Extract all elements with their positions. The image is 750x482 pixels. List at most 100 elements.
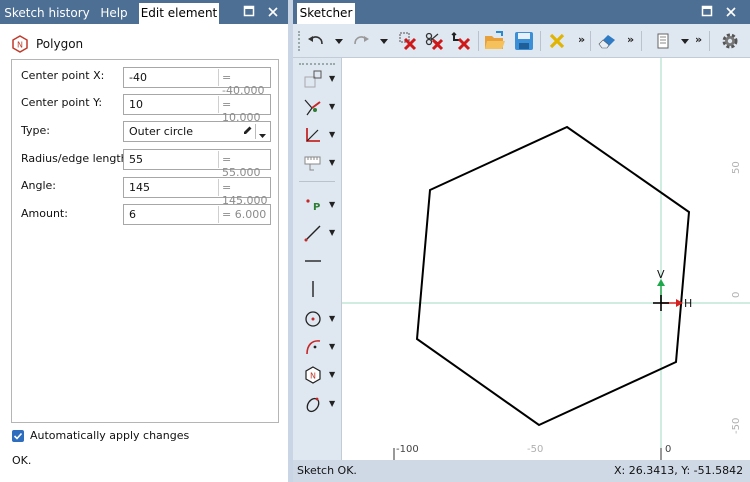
delete-icon	[399, 32, 417, 51]
chevron-down-icon[interactable]: ▼	[329, 399, 335, 408]
vertical-line-button[interactable]	[298, 278, 342, 300]
horizontal-line-icon	[305, 260, 321, 262]
center-x-value: -40	[129, 71, 147, 84]
cut-icon	[425, 32, 444, 51]
chevron-down-icon[interactable]: ▼	[329, 130, 335, 139]
settings-button[interactable]	[718, 29, 742, 53]
point-button[interactable]: P ▼	[298, 194, 342, 216]
chevron-down-icon[interactable]	[258, 128, 267, 142]
redo-dropdown[interactable]	[379, 36, 389, 46]
undo-icon	[308, 36, 323, 45]
chevron-down-icon	[380, 38, 388, 44]
type-label: Type:	[21, 124, 50, 137]
eraser-button[interactable]	[596, 31, 618, 51]
point-tools-button[interactable]: ▼	[298, 68, 342, 90]
point-tools-icon	[304, 70, 322, 88]
tab-sketch-history[interactable]: Sketch history	[4, 3, 90, 24]
checkmark-icon	[13, 432, 23, 440]
hexagon-polygon[interactable]	[415, 125, 691, 427]
toolbar-separator	[540, 31, 541, 51]
circle-icon	[305, 311, 321, 327]
save-icon	[515, 32, 533, 50]
close-panel-button[interactable]	[262, 3, 284, 23]
close-x-icon	[549, 33, 565, 49]
toolbar-overflow-2[interactable]: »	[627, 33, 634, 46]
float-panel-button[interactable]	[238, 3, 260, 23]
center-x-field[interactable]: -40 = -40.000	[123, 67, 271, 97]
chevron-down-icon	[335, 38, 343, 44]
measure-button[interactable]: ▼	[298, 152, 342, 174]
open-button[interactable]	[483, 30, 507, 52]
type-value: Outer circle	[129, 125, 193, 138]
circle-button[interactable]: ▼	[298, 308, 342, 330]
float-sketcher-button[interactable]	[696, 3, 718, 23]
sidebar-grip	[299, 63, 335, 65]
chevron-down-icon[interactable]: ▼	[329, 102, 335, 111]
layers-button[interactable]	[654, 31, 672, 51]
constraint-icon	[304, 99, 321, 116]
constraint-button[interactable]: ▼	[298, 96, 342, 118]
amount-field[interactable]: 6 = 6.000	[123, 204, 271, 225]
center-y-field[interactable]: 10 = 10.000	[123, 94, 271, 124]
svg-text:N: N	[17, 41, 23, 50]
center-x-computed: = -40.000	[218, 69, 270, 97]
close-sketcher-button[interactable]	[720, 3, 742, 23]
tab-sketcher[interactable]: Sketcher	[297, 3, 355, 24]
angle-field[interactable]: 145 = 145.000	[123, 177, 271, 207]
undo-dropdown[interactable]	[334, 36, 344, 46]
svg-text:N: N	[310, 372, 316, 381]
dimension-icon	[306, 128, 320, 142]
tab-edit-element[interactable]: Edit element	[139, 3, 219, 24]
y-tick-label: -50	[731, 417, 742, 434]
line-icon	[304, 225, 321, 242]
auto-apply-checkbox[interactable]	[12, 430, 24, 442]
toolbar-overflow-1[interactable]: »	[578, 33, 585, 46]
y-tick-label: 0	[731, 291, 742, 298]
center-y-value: 10	[129, 98, 143, 111]
delete-button[interactable]	[397, 30, 419, 52]
tab-help[interactable]: Help	[96, 3, 132, 24]
arc-icon	[306, 340, 321, 355]
polygon-button[interactable]: N ▼	[298, 364, 342, 386]
layers-dropdown[interactable]	[680, 36, 690, 46]
chevron-down-icon[interactable]: ▼	[329, 370, 335, 379]
angle-value: 145	[129, 181, 150, 194]
pen-icon[interactable]	[242, 125, 253, 139]
sketcher-tab-bar: Sketcher	[293, 0, 750, 24]
radius-field[interactable]: 55 = 55.000	[123, 149, 271, 179]
polygon-title-icon: N	[11, 35, 29, 56]
chevron-down-icon[interactable]: ▼	[329, 74, 335, 83]
open-icon	[485, 31, 505, 49]
auto-apply-label[interactable]: Automatically apply changes	[30, 429, 189, 442]
delete-selected-button[interactable]	[450, 30, 472, 52]
chevron-down-icon[interactable]: ▼	[329, 314, 335, 323]
settings-gear-icon	[722, 33, 738, 49]
close-icon	[726, 7, 736, 17]
chevron-down-icon[interactable]: ▼	[329, 228, 335, 237]
ellipse-icon	[306, 397, 320, 413]
ellipse-button[interactable]: ▼	[298, 393, 342, 415]
horizontal-line-button[interactable]	[298, 250, 342, 272]
chevron-down-icon[interactable]: ▼	[329, 200, 335, 209]
line-button[interactable]: ▼	[298, 222, 342, 244]
arc-button[interactable]: ▼	[298, 336, 342, 358]
vertical-line-icon	[312, 281, 314, 297]
amount-value: 6	[129, 208, 136, 221]
redo-button[interactable]	[351, 31, 371, 51]
dimension-button[interactable]: ▼	[298, 124, 342, 146]
sketch-canvas[interactable]: V H -100 -50 0 50 0 -50	[342, 58, 750, 460]
chevron-down-icon[interactable]: ▼	[329, 342, 335, 351]
edit-element-panel: N Polygon Center point X: -40 = -40.000 …	[0, 24, 288, 482]
cut-button[interactable]	[423, 30, 445, 52]
radius-computed: = 55.000	[218, 151, 270, 179]
amount-label: Amount:	[21, 207, 68, 220]
save-button[interactable]	[513, 30, 535, 52]
left-tab-bar: Sketch history Help Edit element	[0, 0, 288, 24]
h-axis-label: H	[684, 297, 693, 310]
close-x-button[interactable]	[547, 32, 567, 50]
y-tick-label: 50	[731, 161, 742, 174]
toolbar-overflow-3[interactable]: »	[695, 33, 702, 46]
chevron-down-icon[interactable]: ▼	[329, 158, 335, 167]
undo-button[interactable]	[306, 31, 326, 51]
type-select[interactable]: Outer circle	[123, 121, 271, 142]
